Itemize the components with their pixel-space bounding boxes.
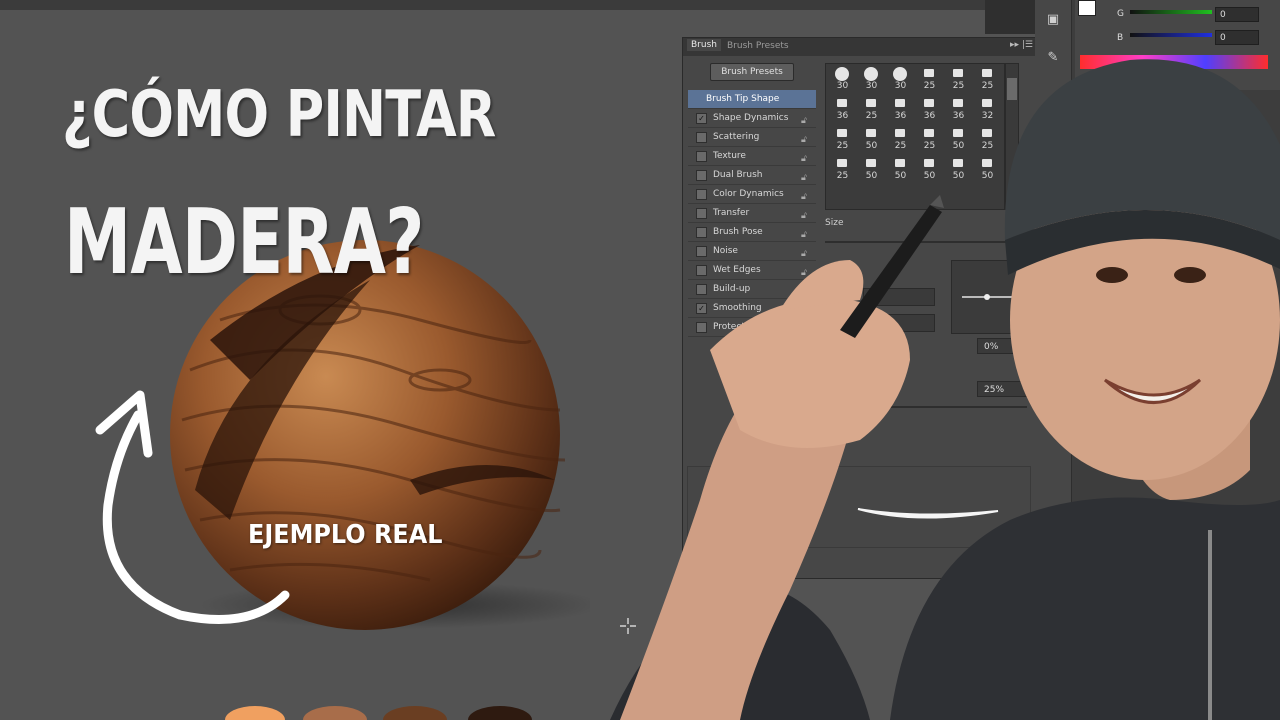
green-slider[interactable] [1130, 10, 1212, 14]
presenter-hand [710, 298, 910, 448]
presenter-sweater [890, 497, 1280, 720]
right-eye [1174, 267, 1206, 283]
caption-example: EJEMPLO REAL [248, 520, 443, 550]
presenter-photo [610, 59, 1280, 720]
stylus-tip [930, 195, 944, 208]
headline-line-1: ¿CÓMO PINTAR [62, 78, 496, 152]
swatch-orange[interactable] [225, 706, 285, 720]
color-value-top[interactable]: 0 [1215, 7, 1259, 22]
foreground-color-swatch[interactable] [1078, 0, 1096, 16]
left-eye [1096, 267, 1128, 283]
headline-line-2: MADERA? [64, 190, 424, 295]
history-icon[interactable]: ▣ [1045, 12, 1061, 28]
swatch-brown[interactable] [303, 706, 367, 720]
channel-label-g: G [1117, 9, 1124, 19]
arrow-curve-icon [95, 390, 290, 624]
color-palette-swatches [225, 706, 532, 720]
swatch-darkest-brown[interactable] [468, 706, 532, 720]
top-bar-corner [985, 0, 1035, 34]
swatch-dark-brown[interactable] [383, 706, 447, 720]
